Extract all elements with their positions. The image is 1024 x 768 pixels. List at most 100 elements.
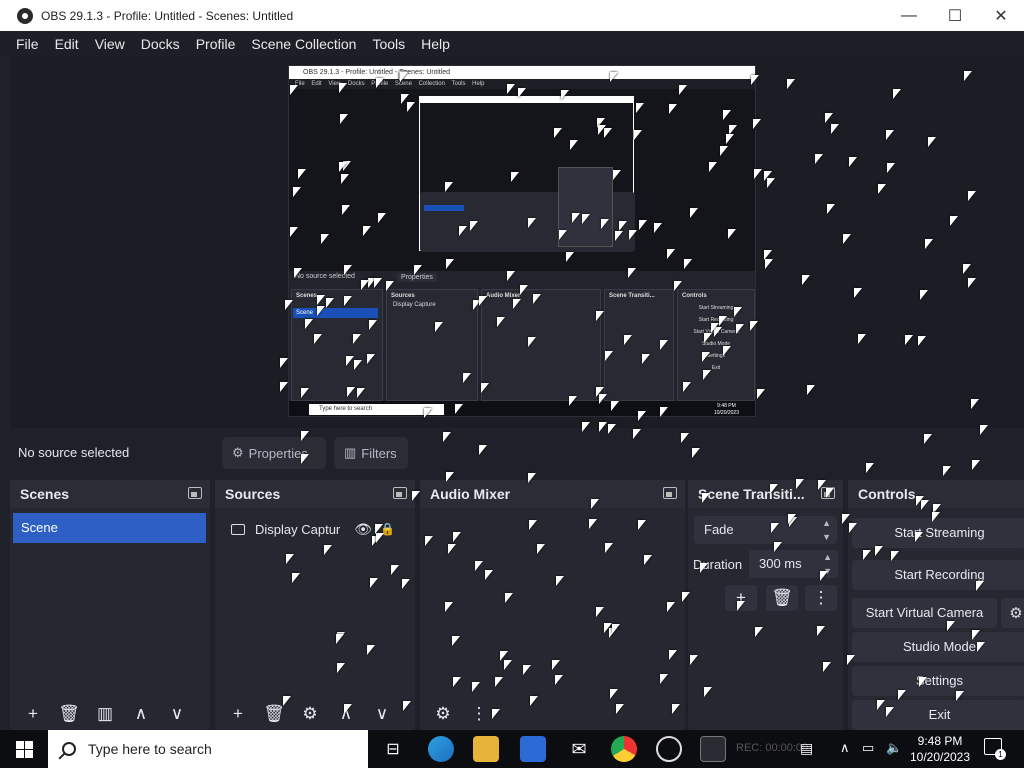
cursor-artifact bbox=[605, 543, 613, 553]
cursor-artifact bbox=[530, 696, 538, 706]
cursor-artifact bbox=[556, 576, 564, 586]
cursor-artifact bbox=[943, 466, 951, 476]
gear-icon: ⚙ bbox=[232, 445, 244, 460]
store-icon[interactable] bbox=[520, 736, 546, 762]
clock[interactable]: 9:48 PM 10/20/2023 bbox=[905, 733, 975, 765]
rec-status: REC: 00:00:00 bbox=[736, 742, 809, 754]
cursor-artifact bbox=[877, 700, 885, 710]
move-scene-down-button[interactable]: ∨ bbox=[162, 701, 192, 727]
taskbar-search[interactable]: Type here to search bbox=[48, 730, 368, 768]
undock-icon[interactable] bbox=[393, 487, 407, 499]
cursor-artifact bbox=[849, 157, 857, 167]
network-icon[interactable]: ▭ bbox=[862, 740, 874, 756]
cursor-artifact bbox=[638, 520, 646, 530]
cursor-artifact bbox=[554, 128, 562, 138]
cursor-artifact bbox=[414, 265, 422, 275]
menu-file[interactable]: File bbox=[8, 36, 47, 52]
scene-item[interactable]: Scene bbox=[13, 513, 206, 543]
cursor-artifact bbox=[570, 140, 578, 150]
add-scene-button[interactable]: + bbox=[18, 701, 48, 727]
chevron-up-icon[interactable]: ∧ bbox=[840, 740, 850, 756]
cursor-artifact bbox=[667, 249, 675, 259]
menu-scene-collection[interactable]: Scene Collection bbox=[243, 36, 364, 52]
cursor-artifact bbox=[341, 174, 349, 184]
start-streaming-button[interactable]: Start Streaming bbox=[852, 518, 1024, 548]
source-name: Display Captur bbox=[255, 521, 341, 537]
menu-tools[interactable]: Tools bbox=[364, 36, 413, 52]
studio-mode-button[interactable]: Studio Mode bbox=[852, 632, 1024, 662]
cursor-artifact bbox=[354, 360, 362, 370]
cursor-artifact bbox=[751, 75, 759, 85]
filters-button[interactable]: ▥ Filters bbox=[334, 437, 408, 469]
chrome-icon[interactable] bbox=[611, 736, 637, 762]
move-source-down-button[interactable]: ∨ bbox=[367, 701, 397, 727]
properties-button[interactable]: ⚙ Properties bbox=[222, 437, 326, 469]
virtual-camera-settings-icon[interactable]: ⚙ bbox=[1001, 598, 1024, 628]
eye-icon[interactable]: 👁 bbox=[354, 521, 372, 538]
scenes-header: Scenes bbox=[10, 480, 210, 508]
minimize-button[interactable]: — bbox=[886, 0, 932, 31]
start-recording-button[interactable]: Start Recording bbox=[852, 560, 1024, 590]
task-view-icon[interactable]: ⊟ bbox=[380, 736, 406, 762]
cursor-artifact bbox=[639, 220, 647, 230]
cursor-artifact bbox=[403, 701, 411, 711]
cursor-artifact bbox=[337, 663, 345, 673]
cursor-artifact bbox=[866, 463, 874, 473]
transition-select[interactable]: Fade ▲ ▼ bbox=[694, 516, 837, 544]
maximize-button[interactable]: ☐ bbox=[932, 0, 978, 31]
cursor-artifact bbox=[755, 627, 763, 637]
cursor-artifact bbox=[470, 221, 478, 231]
mail-icon[interactable]: ✉ bbox=[566, 736, 592, 762]
menu-docks[interactable]: Docks bbox=[133, 36, 188, 52]
start-virtual-camera-button[interactable]: Start Virtual Camera bbox=[852, 598, 997, 628]
add-source-button[interactable]: + bbox=[223, 701, 253, 727]
cursor-artifact bbox=[402, 579, 410, 589]
cursor-artifact bbox=[305, 319, 313, 329]
remove-transition-button[interactable]: 🗑 bbox=[766, 585, 798, 611]
preview-transitions-title: Scene Transiti... bbox=[609, 293, 655, 299]
cursor-artifact bbox=[737, 601, 745, 611]
move-scene-up-button[interactable]: ∧ bbox=[126, 701, 156, 727]
scenes-toolbar: + 🗑 ▥ ∧ ∨ bbox=[10, 698, 210, 730]
cursor-artifact bbox=[613, 170, 621, 180]
cursor-artifact bbox=[528, 218, 536, 228]
cursor-artifact bbox=[887, 163, 895, 173]
monitor-icon bbox=[231, 523, 245, 535]
audio-more-button[interactable]: ⋮ bbox=[464, 701, 494, 727]
terminal-icon[interactable] bbox=[700, 736, 726, 762]
undock-icon[interactable] bbox=[188, 487, 202, 499]
scene-filters-button[interactable]: ▥ bbox=[90, 701, 120, 727]
edge-icon[interactable] bbox=[428, 736, 454, 762]
cursor-artifact bbox=[604, 623, 612, 633]
menu-edit[interactable]: Edit bbox=[47, 36, 87, 52]
filter-icon: ▥ bbox=[344, 445, 357, 460]
cursor-artifact bbox=[831, 124, 839, 134]
news-icon[interactable]: ▤ bbox=[800, 740, 813, 757]
menu-profile[interactable]: Profile bbox=[188, 36, 244, 52]
start-button[interactable] bbox=[0, 730, 48, 768]
remove-scene-button[interactable]: 🗑 bbox=[54, 701, 84, 727]
cursor-artifact bbox=[363, 226, 371, 236]
settings-button[interactable]: Settings bbox=[852, 666, 1024, 696]
menu-view[interactable]: View bbox=[87, 36, 133, 52]
obs-taskbar-icon[interactable] bbox=[656, 736, 682, 762]
cursor-artifact bbox=[681, 433, 689, 443]
cursor-artifact bbox=[301, 388, 309, 398]
cursor-artifact bbox=[601, 219, 609, 229]
menu-help[interactable]: Help bbox=[413, 36, 458, 52]
audio-settings-button[interactable]: ⚙ bbox=[428, 701, 458, 727]
cursor-artifact bbox=[294, 268, 302, 278]
file-explorer-icon[interactable] bbox=[473, 736, 499, 762]
preview-controls-title: Controls bbox=[682, 293, 707, 299]
cursor-artifact bbox=[518, 88, 526, 98]
cursor-artifact bbox=[817, 626, 825, 636]
close-button[interactable]: ✕ bbox=[978, 0, 1024, 31]
cursor-artifact bbox=[672, 704, 680, 714]
transition-more-button[interactable]: ⋮ bbox=[805, 585, 837, 611]
undock-icon[interactable] bbox=[663, 487, 677, 499]
cursor-artifact bbox=[555, 675, 563, 685]
filters-label: Filters bbox=[361, 445, 397, 461]
volume-icon[interactable]: 🔈 bbox=[886, 740, 902, 756]
title-bar: OBS 29.1.3 - Profile: Untitled - Scenes:… bbox=[0, 0, 1024, 31]
source-properties-button[interactable]: ⚙ bbox=[295, 701, 325, 727]
